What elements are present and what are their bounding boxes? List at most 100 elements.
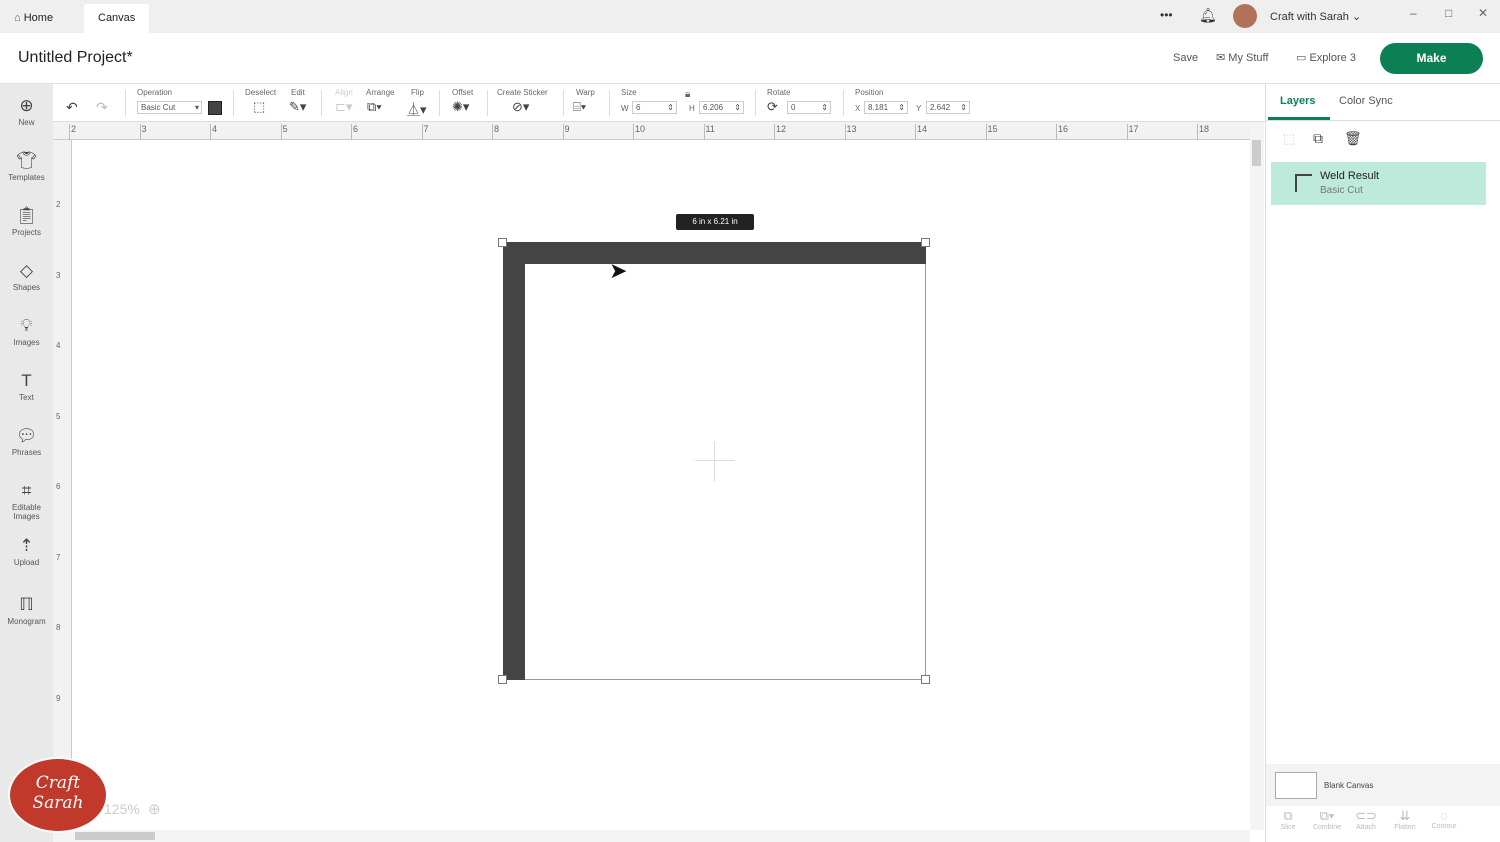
sidebar-item-images[interactable]: 💡︎ Images <box>0 310 53 365</box>
ruler-tick <box>774 124 775 140</box>
combine-button[interactable]: ⧉▾ Combine <box>1307 808 1347 831</box>
horizontal-scrollbar[interactable] <box>53 830 1250 842</box>
maximize-button[interactable]: □ <box>1445 6 1452 20</box>
tab-home[interactable]: ⌂ Home <box>0 4 67 33</box>
redo-button[interactable]: ↷ <box>96 99 108 116</box>
resize-handle[interactable] <box>921 675 930 684</box>
shirt-icon: 👕︎ <box>15 151 38 170</box>
avatar[interactable] <box>1233 4 1257 28</box>
ruler-tick <box>421 124 423 140</box>
weld-shape-left[interactable] <box>503 242 525 680</box>
position-label: Position <box>855 88 884 97</box>
more-button[interactable]: ••• <box>1160 8 1173 22</box>
edit-label: Edit <box>291 88 305 97</box>
user-menu[interactable]: Craft with Sarah ⌄ <box>1270 10 1361 23</box>
close-button[interactable]: ✕ <box>1478 6 1488 20</box>
height-input[interactable]: 6.206 ⇕ <box>699 101 744 114</box>
ruler-tick <box>844 124 846 140</box>
y-input[interactable]: 2.642 ⇕ <box>926 101 970 114</box>
ruler-tick <box>210 124 211 140</box>
height-label: H <box>689 104 695 113</box>
lock-icon[interactable]: 🔒︎ <box>685 89 690 100</box>
flip-icon[interactable]: ⏅▾ <box>407 99 427 118</box>
arrange-icon[interactable]: ⧉▾ <box>367 99 382 115</box>
rotate-icon[interactable]: ⟳ <box>767 99 778 115</box>
layer-item[interactable]: Weld Result Basic Cut <box>1271 162 1486 205</box>
ruler-tick <box>915 124 916 140</box>
ruler-tick-label: 8 <box>56 623 61 632</box>
flatten-button[interactable]: ⇊ Flatten <box>1385 808 1425 831</box>
canvas-thumbnail <box>1275 772 1317 799</box>
trash-icon[interactable]: 🗑︎ <box>1344 130 1362 147</box>
sidebar-item-editable-images[interactable]: ⌗ Editable Images <box>0 475 53 530</box>
contour-button[interactable]: ◌ Contour <box>1424 808 1464 830</box>
sidebar-item-projects[interactable]: 📋︎ Projects <box>0 200 53 255</box>
center-crosshair <box>714 441 715 481</box>
sidebar-item-phrases[interactable]: 💬︎ Phrases <box>0 420 53 475</box>
zoom-in-button[interactable]: ⊕ <box>148 800 161 818</box>
blank-canvas-row[interactable]: Blank Canvas <box>1266 764 1500 806</box>
resize-handle[interactable] <box>498 238 507 247</box>
layers-panel: Layers Color Sync ⬚ ⧉ 🗑︎ Weld Result Bas… <box>1265 84 1500 842</box>
my-stuff-button[interactable]: ✉ My Stuff <box>1216 51 1268 64</box>
slice-button[interactable]: ⧉ Slice <box>1268 808 1308 831</box>
sidebar-item-new[interactable]: ⊕ New <box>0 90 53 145</box>
attach-icon: ⊂⊃ <box>1355 808 1377 823</box>
offset-icon[interactable]: ✺▾ <box>452 99 469 115</box>
ruler-tick-label: 12 <box>776 124 787 134</box>
sidebar-item-templates[interactable]: 👕︎ Templates <box>0 145 53 200</box>
operation-value: Basic Cut <box>141 103 176 112</box>
operation-select[interactable]: Basic Cut ▾ <box>137 101 202 114</box>
x-value: 8.181 <box>868 103 889 112</box>
ruler-tick <box>703 124 705 140</box>
attach-button[interactable]: ⊂⊃ Attach <box>1346 808 1386 831</box>
sidebar-item-upload[interactable]: ⇡ Upload <box>0 530 53 585</box>
bell-icon[interactable]: 🔔︎ <box>1199 7 1217 24</box>
flatten-label: Flatten <box>1394 824 1416 831</box>
weld-shape-top[interactable] <box>503 242 926 264</box>
monogram-icon: ℿ <box>19 595 34 614</box>
machine-button[interactable]: ▭ Explore 3 <box>1296 51 1356 64</box>
width-input[interactable]: 6 ⇕ <box>632 101 677 114</box>
pencil-icon[interactable]: ✎▾ <box>289 99 306 115</box>
deselect-icon[interactable]: ⬚ <box>253 99 265 115</box>
craft-with-sarah-logo: Craft Sarah <box>8 757 108 833</box>
minimize-button[interactable]: – <box>1410 6 1417 20</box>
undo-button[interactable]: ↶ <box>66 99 78 116</box>
tab-canvas[interactable]: Canvas <box>84 4 150 33</box>
create-sticker-label: Create Sticker <box>497 88 548 97</box>
make-button[interactable]: Make <box>1380 43 1483 74</box>
sidebar-label: Upload <box>13 558 40 567</box>
tab-color-sync[interactable]: Color Sync <box>1339 95 1393 107</box>
group-icon[interactable]: ⬚ <box>1283 131 1295 147</box>
ruler-tick <box>492 124 493 140</box>
height-value: 6.206 <box>703 103 724 112</box>
ruler-tick-label: 6 <box>353 124 359 134</box>
vertical-scrollbar[interactable] <box>1250 122 1264 830</box>
warp-label: Warp <box>576 88 595 97</box>
ruler-tick-label: 16 <box>1058 124 1069 134</box>
size-tooltip: 6 in x 6.21 in <box>676 214 754 230</box>
bulb-icon: 💡︎ <box>20 316 33 335</box>
color-swatch[interactable] <box>208 101 222 115</box>
duplicate-icon[interactable]: ⧉ <box>1313 130 1323 147</box>
rotate-input[interactable]: 0 ⇕ <box>787 101 831 114</box>
ruler-tick <box>562 124 564 140</box>
resize-handle[interactable] <box>498 675 507 684</box>
my-stuff-label: My Stuff <box>1228 52 1269 64</box>
sidebar-item-shapes[interactable]: ◇ Shapes <box>0 255 53 310</box>
align-icon[interactable]: ⊏▾ <box>335 99 352 115</box>
sidebar-item-text[interactable]: T Text <box>0 365 53 420</box>
save-button[interactable]: Save <box>1173 52 1198 64</box>
ruler-tick-label: 6 <box>56 482 61 491</box>
tab-layers[interactable]: Layers <box>1280 95 1315 107</box>
sidebar-label: New <box>18 118 35 127</box>
rotate-label: Rotate <box>767 88 791 97</box>
sticker-icon[interactable]: ⊘▾ <box>512 99 529 115</box>
resize-handle[interactable] <box>921 238 930 247</box>
top-bar: ⌂ Home Canvas ••• 🔔︎ Craft with Sarah ⌄ … <box>0 0 1500 33</box>
ruler-tick-label: 9 <box>564 124 570 134</box>
sidebar-item-monogram[interactable]: ℿ Monogram <box>0 589 53 644</box>
warp-icon[interactable]: ⌸▾ <box>573 99 586 115</box>
x-input[interactable]: 8.181 ⇕ <box>864 101 908 114</box>
